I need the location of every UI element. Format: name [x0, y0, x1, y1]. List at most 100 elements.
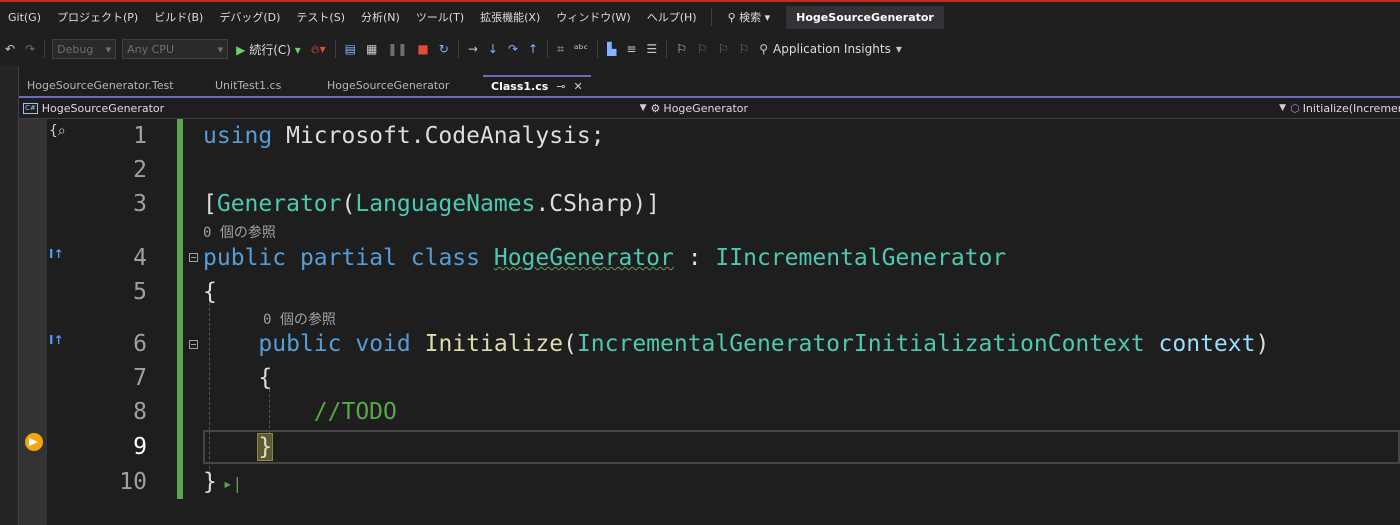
codelens-references[interactable]: 0 個の参照 — [203, 222, 276, 242]
menu-item-git[interactable]: Git(G) — [0, 11, 49, 24]
standard-toolbar: ↶ ↷ Debug ▾ Any CPU ▾ ▶ 続行(C) ▾ 🔥︎▾ ▤ ▦ ❚❚… — [0, 32, 1400, 66]
type-name: HogeGenerator — [663, 101, 749, 115]
keyword: partial — [299, 245, 397, 271]
close-icon[interactable]: ✕ — [573, 80, 582, 93]
menu-item-debug[interactable]: デバッグ(D) — [211, 9, 288, 25]
step-out-icon[interactable]: ↑ — [523, 42, 543, 56]
comment: //TODO — [313, 399, 397, 425]
keyword: class — [410, 245, 480, 271]
left-tool-window-strip[interactable] — [0, 66, 19, 525]
restart-icon[interactable]: ↻ — [434, 42, 454, 56]
diagnostic-tools-icon[interactable]: ▦ — [361, 42, 382, 56]
code-map-icon[interactable]: ⌗ — [552, 42, 569, 57]
code-line: 8 //TODO — [19, 395, 1400, 429]
type-name: IncrementalGeneratorInitializationContex… — [576, 331, 1145, 357]
line-number: 3 — [133, 191, 147, 217]
code-line: 6 public void Initialize(IncrementalGene… — [19, 327, 1400, 361]
continue-button[interactable]: ▶ 続行(C) ▾ — [231, 41, 306, 58]
code-line: 4 public partial class HogeGenerator : I… — [19, 241, 1400, 275]
pin-icon[interactable]: ⊸ — [556, 80, 565, 93]
menu-bar: Git(G) プロジェクト(P) ビルド(B) デバッグ(D) テスト(S) 分… — [0, 2, 1400, 32]
bookmark-icon[interactable]: ⚐ — [671, 42, 692, 56]
code-text: { — [203, 279, 217, 305]
search-button[interactable]: ⚲ 検索 ▾ — [718, 9, 781, 25]
undo-icon[interactable]: ↶ — [0, 42, 20, 56]
tab-label: HogeSourceGenerator — [327, 79, 450, 92]
line-number: 1 — [133, 123, 147, 149]
code-text: [Generator(LanguageNames.CSharp)] — [203, 191, 661, 217]
chevron-down-icon[interactable]: ▾ — [891, 42, 907, 56]
redo-icon[interactable]: ↷ — [20, 42, 40, 56]
toolbar-separator — [44, 40, 46, 58]
lightbulb-icon[interactable]: ⚲ — [754, 42, 773, 56]
step-over-icon[interactable]: ↷ — [503, 42, 523, 56]
toolbar-separator — [597, 40, 599, 58]
chevron-down-icon: ▾ — [217, 43, 224, 56]
menu-separator — [710, 8, 712, 26]
application-insights-button[interactable]: Application Insights — [773, 42, 891, 56]
tab-label: Class1.cs — [491, 80, 549, 93]
next-bookmark-icon[interactable]: ⚐ — [713, 42, 734, 56]
menu-item-build[interactable]: ビルド(B) — [146, 9, 211, 25]
solution-platform-select[interactable]: Any CPU ▾ — [122, 39, 229, 59]
menu-item-analyze[interactable]: 分析(N) — [353, 9, 408, 25]
toggle-comment-icon[interactable]: ≡ — [621, 42, 641, 56]
line-number: 10 — [119, 469, 147, 495]
menu-item-project[interactable]: プロジェクト(P) — [49, 9, 146, 25]
line-number: 5 — [133, 279, 147, 305]
previous-bookmark-icon[interactable]: ⚐ — [692, 42, 713, 56]
member-dropdown[interactable]: ⬡ Initialize(Incremen — [1290, 102, 1400, 115]
attribute-name: Generator — [216, 191, 342, 217]
parameter-name: context — [1158, 331, 1256, 357]
menu-item-help[interactable]: ヘルプ(H) — [639, 9, 705, 25]
code-text: { — [203, 365, 273, 391]
solution-name-badge[interactable]: HogeSourceGenerator — [786, 5, 944, 29]
browser-link-icon[interactable]: ▤ — [340, 42, 361, 56]
break-all-icon[interactable]: ❚❚ — [382, 42, 412, 56]
spell-check-icon[interactable]: ᵃᵇᶜ — [569, 42, 593, 56]
step-into-icon[interactable]: ↓ — [483, 42, 503, 56]
line-number: 8 — [133, 399, 147, 425]
tab-hogesourcegenerator[interactable]: HogeSourceGenerator — [319, 76, 483, 96]
code-text: //TODO — [203, 395, 397, 429]
class-name: HogeGenerator — [493, 245, 674, 271]
menu-item-window[interactable]: ウィンドウ(W) — [548, 9, 638, 25]
code-text: } — [203, 430, 274, 464]
code-line: 7 { — [19, 361, 1400, 395]
run-to-click-icon[interactable]: ▸| — [223, 474, 242, 493]
tab-class1[interactable]: Class1.cs ⊸ ✕ — [483, 75, 591, 96]
show-next-statement-icon[interactable]: → — [463, 42, 483, 56]
project-dropdown[interactable]: C# HogeSourceGenerator ▼ — [19, 102, 651, 115]
clear-bookmarks-icon[interactable]: ⚐ — [733, 42, 754, 56]
uncomment-icon[interactable]: ☰ — [641, 42, 662, 56]
stop-debugging-icon[interactable]: ■ — [412, 42, 433, 56]
solution-configuration-select[interactable]: Debug ▾ — [52, 39, 117, 59]
interface-name: IIncrementalGenerator — [715, 245, 1007, 271]
code-text: public void Initialize(IncrementalGenera… — [258, 331, 1270, 357]
hot-reload-icon[interactable]: 🔥︎▾ — [306, 42, 331, 57]
code-editor[interactable]: {⌕ I↑ I↑ 1 using Microsoft.CodeAnalysis;… — [19, 119, 1400, 525]
codelens-references[interactable]: 0 個の参照 — [263, 309, 336, 329]
code-line: 5 { — [19, 275, 1400, 309]
toolbar-separator — [547, 40, 549, 58]
menu-item-tools[interactable]: ツール(T) — [408, 9, 472, 25]
chevron-down-icon: ▼ — [639, 103, 647, 113]
search-icon: ⚲ — [727, 11, 736, 24]
tab-hogesourcegenerator-test[interactable]: HogeSourceGenerator.Test — [19, 76, 207, 96]
project-name: HogeSourceGenerator — [41, 101, 165, 115]
quick-watch-icon[interactable]: ▙ — [602, 42, 621, 56]
line-number: 6 — [133, 331, 147, 357]
line-number: 7 — [133, 365, 147, 391]
tab-unittest1[interactable]: UnitTest1.cs — [207, 76, 319, 96]
menu-item-test[interactable]: テスト(S) — [288, 9, 353, 25]
menu-item-extensions[interactable]: 拡張機能(X) — [472, 9, 548, 25]
code-line: 2 — [19, 153, 1400, 187]
member-name: Initialize(Incremen — [1302, 101, 1400, 115]
method-name: Initialize — [424, 331, 564, 357]
line-number: 9 — [133, 434, 147, 460]
continue-label: 続行(C) — [249, 42, 291, 57]
type-dropdown[interactable]: ⚙ HogeGenerator ▼ — [651, 102, 1291, 115]
chevron-down-icon: ▼ — [1279, 103, 1287, 113]
member-name: CSharp — [549, 191, 633, 217]
code-text: } ▸| — [203, 469, 243, 495]
